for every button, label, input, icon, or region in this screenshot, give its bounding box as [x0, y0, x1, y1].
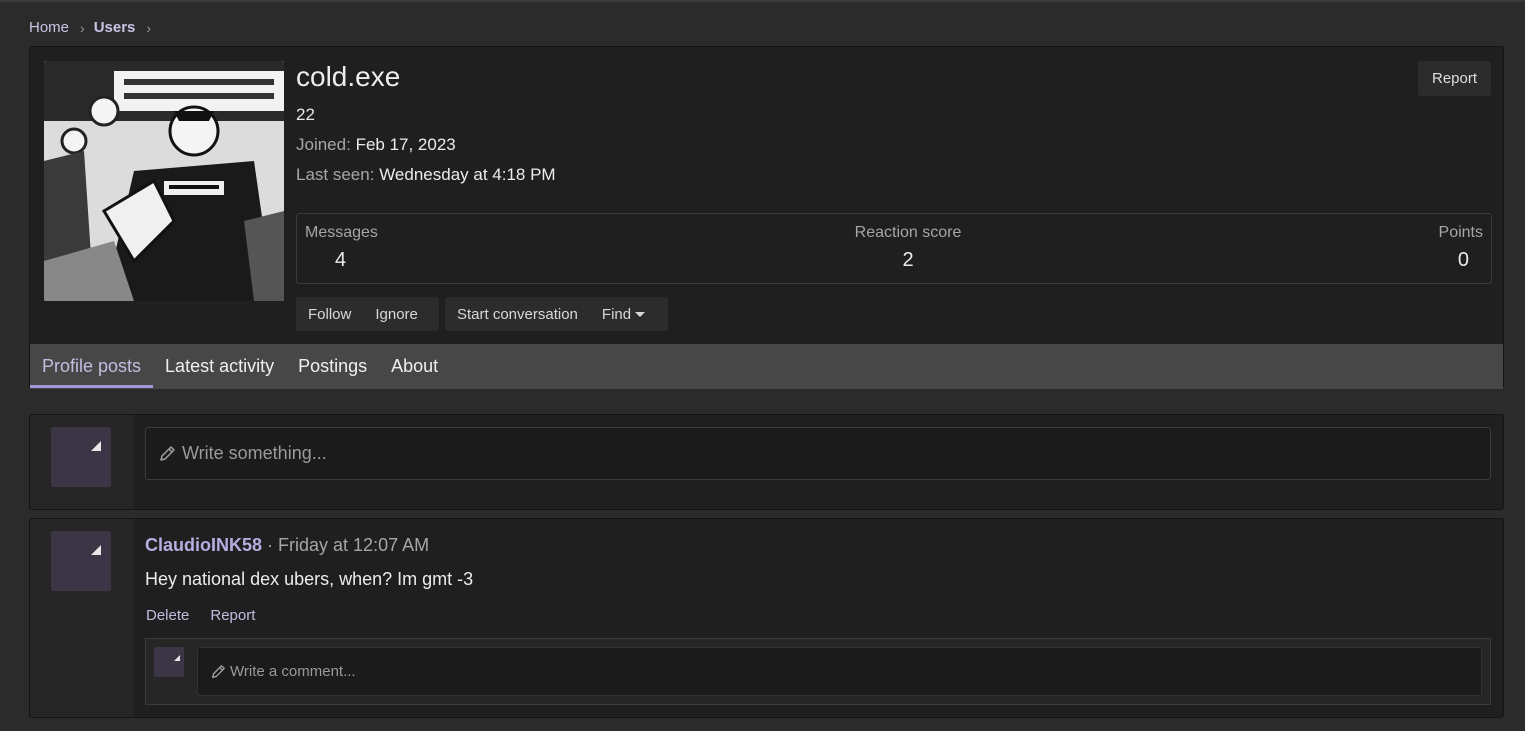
follow-button[interactable]: Follow [296, 297, 363, 331]
avatar-mark-icon [174, 655, 180, 661]
chevron-right-icon: › [80, 19, 85, 36]
report-post-link[interactable]: Report [210, 607, 255, 624]
stat-points[interactable]: Points 0 [1439, 224, 1483, 272]
lastseen-label: Last seen: [296, 165, 375, 184]
write-something-input[interactable]: Write something... [145, 427, 1491, 480]
profile-user-title: 22 [296, 105, 315, 124]
lastseen-row: Last seen: Wednesday at 4:18 PM [296, 165, 556, 185]
write-something-placeholder: Write something... [182, 443, 327, 463]
post-timestamp[interactable]: · Friday at 12:07 AM [262, 535, 429, 555]
profile-post: ClaudioINK58 · Friday at 12:07 AM Hey na… [29, 518, 1504, 718]
tab-postings[interactable]: Postings [286, 344, 379, 389]
lastseen-value: Wednesday at 4:18 PM [379, 165, 556, 184]
post-author-link[interactable]: ClaudioINK58 [145, 535, 262, 555]
stat-messages-value: 4 [335, 249, 347, 271]
profile-tabs: Profile posts Latest activity Postings A… [30, 344, 1503, 389]
profile-header-card: cold.exe 22 Joined: Feb 17, 2023 Last se… [29, 46, 1504, 389]
top-border [0, 0, 1525, 2]
stat-messages[interactable]: Messages 4 [305, 224, 378, 272]
profile-post-composer: Write something... [29, 414, 1504, 510]
find-menu-button[interactable]: Find [590, 297, 657, 331]
write-comment-input[interactable]: Write a comment... [197, 647, 1482, 696]
avatar-mark-icon [91, 545, 101, 555]
breadcrumb: Home › Users › [29, 19, 160, 36]
stat-points-label: Points [1438, 224, 1483, 241]
profile-username: cold.exe [296, 61, 401, 92]
joined-label: Joined: [296, 135, 351, 154]
joined-row: Joined: Feb 17, 2023 [296, 135, 456, 155]
breadcrumb-users[interactable]: Users [94, 19, 136, 36]
tab-about[interactable]: About [379, 344, 450, 389]
chevron-right-icon: › [146, 19, 152, 36]
write-comment-placeholder: Write a comment... [230, 663, 356, 680]
stat-reaction-value: 2 [902, 249, 914, 271]
follow-ignore-group: Follow Ignore [296, 297, 439, 331]
joined-date: Feb 17, 2023 [355, 135, 456, 154]
post-header: ClaudioINK58 · Friday at 12:07 AM [145, 535, 429, 556]
tab-profile-posts[interactable]: Profile posts [30, 344, 154, 389]
stat-messages-label: Messages [305, 224, 378, 241]
profile-stats: Messages 4 Reaction score 2 Points 0 [296, 213, 1492, 284]
delete-post-link[interactable]: Delete [146, 607, 189, 624]
breadcrumb-home[interactable]: Home [29, 19, 69, 36]
poster-avatar[interactable] [51, 531, 111, 591]
stat-reaction-label: Reaction score [854, 224, 962, 241]
profile-avatar[interactable] [44, 61, 284, 301]
start-conversation-button[interactable]: Start conversation [445, 297, 590, 331]
comment-avatar[interactable] [154, 647, 184, 677]
stat-reaction-score: Reaction score 2 [853, 224, 963, 272]
pencil-icon [212, 664, 225, 678]
tab-latest-activity[interactable]: Latest activity [153, 344, 286, 389]
my-avatar[interactable] [51, 427, 111, 487]
conversation-find-group: Start conversation Find [445, 297, 668, 331]
ignore-button[interactable]: Ignore [363, 297, 430, 331]
find-label: Find [601, 305, 632, 323]
caret-down-icon [635, 311, 646, 317]
post-body: Hey national dex ubers, when? Im gmt -3 [145, 569, 474, 589]
post-actions: Delete Report [146, 607, 276, 624]
avatar-mark-icon [91, 441, 101, 451]
report-profile-button[interactable]: Report [1418, 61, 1491, 96]
comment-area: Write a comment... [145, 638, 1491, 705]
pencil-icon [160, 445, 175, 461]
stat-points-value: 0 [1457, 249, 1469, 271]
